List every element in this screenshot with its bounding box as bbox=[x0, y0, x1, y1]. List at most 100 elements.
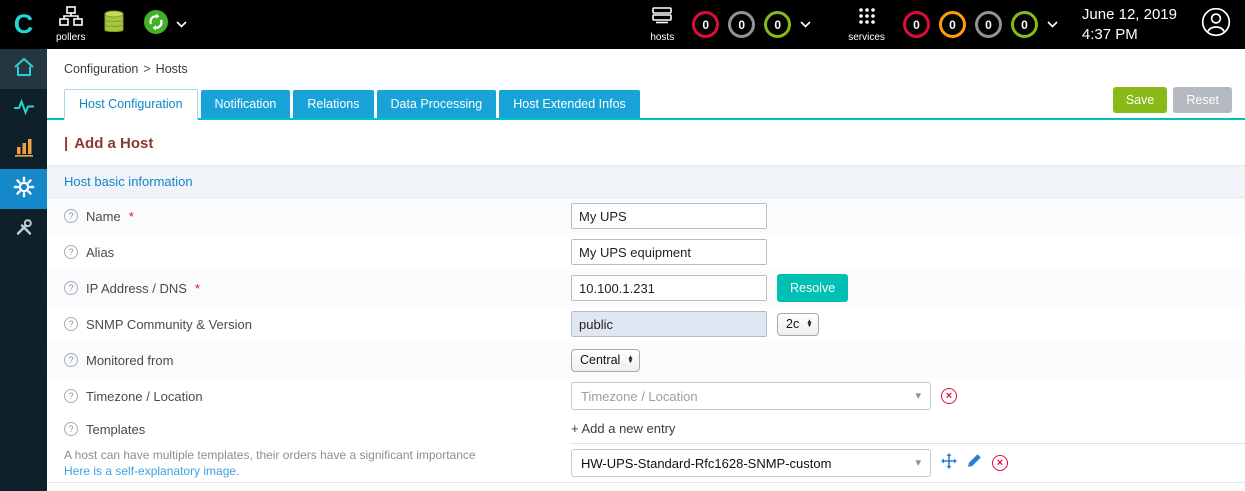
section-host-basic-information: Host basic information bbox=[47, 165, 1245, 198]
sidebar bbox=[0, 49, 47, 491]
centreon-logo-icon: C bbox=[14, 9, 34, 40]
form-row-alias: ? Alias bbox=[47, 234, 1245, 270]
datetime: June 12, 2019 4:37 PM bbox=[1082, 5, 1177, 44]
timezone-clear-button[interactable]: × bbox=[941, 388, 957, 404]
breadcrumb-hosts[interactable]: Hosts bbox=[156, 62, 188, 76]
hosts-up-count: 0 bbox=[774, 18, 781, 32]
alias-label: Alias bbox=[86, 245, 114, 260]
hosts-unreachable-counter[interactable]: 0 bbox=[728, 11, 755, 38]
main-content: Configuration > Hosts Host Configuration N… bbox=[47, 49, 1245, 491]
hosts-icon bbox=[651, 6, 673, 31]
timezone-combobox[interactable]: Timezone / Location ▾ bbox=[571, 382, 931, 410]
ip-label: IP Address / DNS bbox=[86, 281, 187, 296]
pollers-status[interactable]: pollers bbox=[56, 6, 85, 43]
gear-icon bbox=[13, 176, 35, 203]
services-ok-counter[interactable]: 0 bbox=[1011, 11, 1038, 38]
templates-helper: A host can have multiple templates, thei… bbox=[64, 444, 571, 482]
hosts-status[interactable]: hosts bbox=[650, 6, 674, 43]
bar-chart-icon bbox=[14, 137, 34, 162]
template-select[interactable]: HW-UPS-Standard-Rfc1628-SNMP-custom ▾ bbox=[571, 449, 931, 477]
hosts-up-counter[interactable]: 0 bbox=[764, 11, 791, 38]
sidebar-item-home[interactable] bbox=[0, 49, 47, 89]
sidebar-item-administration[interactable] bbox=[0, 209, 47, 249]
chevron-down-icon[interactable] bbox=[1047, 21, 1058, 28]
alias-input[interactable] bbox=[571, 239, 767, 265]
monitored-from-label: Monitored from bbox=[86, 353, 173, 368]
name-label: Name bbox=[86, 209, 121, 224]
form-row-templates: ? Templates + Add a new entry bbox=[47, 414, 1245, 444]
template-selected-value: HW-UPS-Standard-Rfc1628-SNMP-custom bbox=[581, 456, 831, 471]
breadcrumb-configuration[interactable]: Configuration bbox=[64, 62, 138, 76]
tools-icon bbox=[14, 217, 34, 242]
page-title: |Add a Host bbox=[47, 120, 1245, 165]
sidebar-item-monitoring[interactable] bbox=[0, 89, 47, 129]
template-delete-button[interactable]: × bbox=[992, 455, 1008, 471]
templates-help-link[interactable]: Here is a self-explanatory image. bbox=[64, 464, 239, 478]
add-template-entry-link[interactable]: + Add a new entry bbox=[571, 421, 675, 436]
config-export-status[interactable] bbox=[143, 9, 187, 40]
services-unknown-counter[interactable]: 0 bbox=[975, 11, 1002, 38]
services-critical-counter[interactable]: 0 bbox=[903, 11, 930, 38]
services-status[interactable]: services bbox=[848, 6, 885, 43]
centreon-logo[interactable]: C bbox=[0, 9, 47, 40]
tab-data-processing[interactable]: Data Processing bbox=[377, 90, 497, 119]
services-warning-counter[interactable]: 0 bbox=[939, 11, 966, 38]
snmp-community-input[interactable] bbox=[571, 311, 767, 337]
sidebar-item-reporting[interactable] bbox=[0, 129, 47, 169]
user-avatar-icon bbox=[1201, 7, 1231, 42]
breadcrumb-separator: > bbox=[143, 62, 150, 76]
monitored-from-value: Central bbox=[580, 353, 620, 367]
database-status[interactable] bbox=[103, 10, 125, 39]
help-icon[interactable]: ? bbox=[64, 281, 78, 295]
name-input[interactable] bbox=[571, 203, 767, 229]
help-icon[interactable]: ? bbox=[64, 317, 78, 331]
breadcrumb: Configuration > Hosts bbox=[47, 49, 1245, 87]
help-icon[interactable]: ? bbox=[64, 209, 78, 223]
template-edit-button[interactable] bbox=[967, 453, 982, 473]
snmp-version-select[interactable]: 2c ▲▼ bbox=[777, 313, 819, 336]
form-row-monitored-from: ? Monitored from Central ▲▼ bbox=[47, 342, 1245, 378]
monitored-from-select[interactable]: Central ▲▼ bbox=[571, 349, 640, 372]
hosts-down-count: 0 bbox=[702, 18, 709, 32]
form-row-ip: ? IP Address / DNS * Resolve bbox=[47, 270, 1245, 306]
caret-down-icon: ▾ bbox=[915, 458, 921, 469]
services-critical-count: 0 bbox=[913, 18, 920, 32]
tab-relations[interactable]: Relations bbox=[293, 90, 373, 119]
templates-label: Templates bbox=[86, 422, 145, 437]
help-icon[interactable]: ? bbox=[64, 422, 78, 436]
services-ok-count: 0 bbox=[1021, 18, 1028, 32]
form-row-name: ? Name * bbox=[47, 198, 1245, 234]
help-icon[interactable]: ? bbox=[64, 389, 78, 403]
monitoring-pulse-icon bbox=[13, 97, 35, 122]
move-icon bbox=[941, 453, 957, 474]
sidebar-item-configuration[interactable] bbox=[0, 169, 47, 209]
tab-notification[interactable]: Notification bbox=[201, 90, 291, 119]
chevron-down-icon[interactable] bbox=[800, 21, 811, 28]
form-row-create-services: ? Create Services linked to the Template… bbox=[47, 482, 1245, 491]
help-icon[interactable]: ? bbox=[64, 353, 78, 367]
services-warning-count: 0 bbox=[949, 18, 956, 32]
save-button[interactable]: Save bbox=[1113, 87, 1168, 113]
database-icon bbox=[103, 10, 125, 39]
timezone-label: Timezone / Location bbox=[86, 389, 203, 404]
help-icon[interactable]: ? bbox=[64, 245, 78, 259]
tabs-bar: Host Configuration Notification Relation… bbox=[47, 87, 1245, 120]
user-menu[interactable] bbox=[1201, 7, 1231, 42]
templates-help-text: A host can have multiple templates, thei… bbox=[64, 448, 476, 462]
ip-input[interactable] bbox=[571, 275, 767, 301]
chevron-down-icon[interactable] bbox=[176, 21, 187, 28]
required-asterisk: * bbox=[195, 281, 200, 296]
tab-host-extended-infos[interactable]: Host Extended Infos bbox=[499, 90, 640, 119]
reset-button[interactable]: Reset bbox=[1173, 87, 1232, 113]
topbar: C pollers bbox=[0, 0, 1245, 49]
tab-host-configuration[interactable]: Host Configuration bbox=[64, 89, 198, 121]
required-asterisk: * bbox=[129, 209, 134, 224]
layout: Configuration > Hosts Host Configuration N… bbox=[0, 49, 1245, 491]
resolve-button[interactable]: Resolve bbox=[777, 274, 848, 302]
form-row-snmp: ? SNMP Community & Version 2c ▲▼ bbox=[47, 306, 1245, 342]
form-row-template-entry: A host can have multiple templates, thei… bbox=[47, 444, 1245, 482]
template-move-handle[interactable] bbox=[941, 453, 957, 474]
hosts-down-counter[interactable]: 0 bbox=[692, 11, 719, 38]
services-status-group: services 0 0 0 0 bbox=[839, 6, 1058, 43]
page-title-prefix: | bbox=[64, 135, 68, 152]
